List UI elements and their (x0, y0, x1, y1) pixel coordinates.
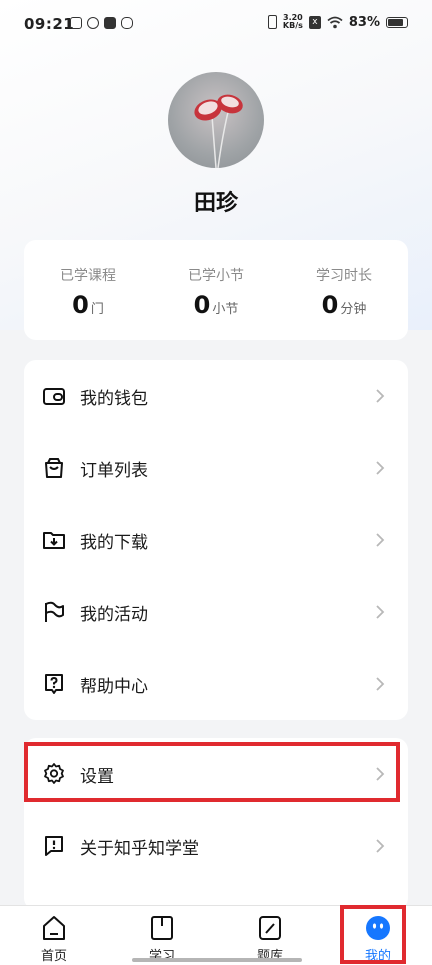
sim-icon: x (308, 15, 321, 29)
battery-percent: 83% (348, 14, 380, 30)
menu-label: 帮助中心 (80, 676, 148, 697)
network-speed: 3.20 KB/s (283, 14, 303, 30)
stats-card: 已学课程 0门 已学小节 0 小节 学习时长 0 分钟 (24, 240, 408, 340)
menu-label: 订单列表 (80, 460, 148, 481)
book-icon (151, 916, 173, 940)
nav-study[interactable]: 学习 (108, 906, 216, 965)
menu-label: 关于知乎知学堂 (80, 838, 199, 859)
nav-question-bank[interactable]: 题库 (216, 906, 324, 965)
stat-label: 已学小节 (188, 268, 244, 284)
menu-item-settings[interactable]: 设置 (24, 738, 408, 810)
status-time: 09:21 (24, 15, 75, 33)
stat-unit: 门 (90, 302, 104, 317)
stat-label: 学习时长 (316, 268, 372, 284)
menu-label: 我的钱包 (80, 388, 148, 409)
edit-icon (259, 916, 281, 940)
chevron-right-icon (376, 461, 385, 475)
menu-label: 我的下载 (80, 532, 148, 553)
chevron-right-icon (376, 677, 385, 691)
wallet-icon (43, 388, 65, 405)
menu-item-wallet[interactable]: 我的钱包 (24, 360, 408, 432)
stat-courses[interactable]: 已学课程 0门 (24, 240, 152, 340)
chevron-right-icon (376, 389, 385, 403)
home-indicator[interactable] (132, 958, 302, 962)
battery-icon (386, 16, 408, 28)
stat-value: 0 (321, 291, 339, 319)
flag-icon (45, 601, 64, 622)
stat-unit: 分钟 (340, 302, 367, 317)
profile-face-icon (366, 916, 390, 940)
stat-sections[interactable]: 已学小节 0 小节 (152, 240, 280, 340)
tiktok-icon (104, 17, 116, 29)
status-right: 3.20 KB/s x 83% (267, 14, 408, 30)
vibrate-icon (267, 15, 277, 29)
menu-item-orders[interactable]: 订单列表 (24, 432, 408, 504)
stat-duration[interactable]: 学习时长 0 分钟 (280, 240, 408, 340)
menu-label: 我的活动 (80, 604, 148, 625)
nav-mine[interactable]: 我的 (324, 906, 432, 965)
menu-item-about[interactable]: 关于知乎知学堂 (24, 810, 408, 882)
gear-icon (44, 763, 64, 784)
menu-item-activities[interactable]: 我的活动 (24, 576, 408, 648)
wifi-icon (327, 16, 343, 28)
nav-home[interactable]: 首页 (0, 906, 108, 965)
menu-card-secondary: 设置 关于知乎知学堂 (24, 738, 408, 910)
download-folder-icon (43, 532, 65, 549)
bottom-nav: 首页 学习 题库 我的 (0, 905, 432, 965)
avatar[interactable] (168, 72, 264, 168)
stat-value: 0 (193, 291, 211, 319)
app-notification-icon (70, 17, 82, 29)
network-speed-unit: KB/s (282, 21, 303, 30)
info-icon (45, 836, 63, 856)
chevron-right-icon (376, 605, 385, 619)
stat-unit: 小节 (212, 302, 239, 317)
menu-label: 设置 (80, 766, 114, 787)
stat-label: 已学课程 (60, 268, 116, 284)
nav-label: 首页 (40, 949, 67, 964)
user-name: 田珍 (193, 191, 238, 216)
nav-label: 我的 (364, 949, 391, 964)
chevron-right-icon (376, 767, 385, 781)
help-icon (45, 674, 63, 694)
menu-item-help[interactable]: 帮助中心 (24, 648, 408, 720)
chevron-right-icon (376, 533, 385, 547)
app-notification-icon (87, 17, 99, 29)
chevron-right-icon (376, 839, 385, 853)
home-icon (43, 916, 65, 940)
flower-avatar-icon (194, 94, 243, 168)
app-notification-icon (121, 17, 133, 29)
stat-value: 0 (72, 291, 89, 319)
status-bar: 09:21 3.20 KB/s x 83% (0, 0, 432, 52)
shopping-bag-icon (45, 458, 63, 478)
menu-card-main: 我的钱包 订单列表 我的下载 我的活动 帮助中心 (24, 360, 408, 720)
notification-icons (70, 17, 133, 29)
menu-item-downloads[interactable]: 我的下载 (24, 504, 408, 576)
